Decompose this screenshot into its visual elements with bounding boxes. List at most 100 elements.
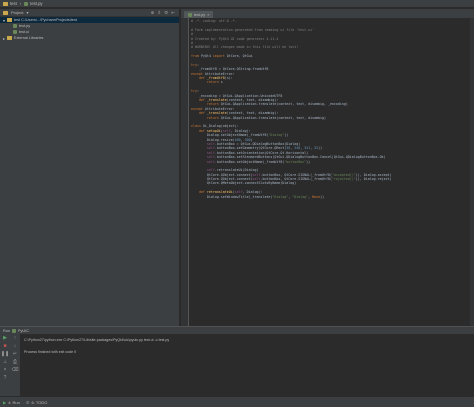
code-token: QtGui.QApplication.translate(context, te… <box>220 115 326 120</box>
stop-icon[interactable]: ■ <box>2 343 8 349</box>
code-token: from <box>191 54 201 59</box>
code-token: _encoding = QtGui.QApplication.UnicodeUT… <box>191 93 283 98</box>
close-icon[interactable]: × <box>2 367 8 373</box>
python-file-icon <box>24 1 29 6</box>
python-file-icon <box>188 12 192 17</box>
hide-icon[interactable]: ⇤ <box>171 10 175 16</box>
run-panel-title: Run <box>3 328 10 333</box>
tree-item[interactable]: ▸ External Libraries <box>0 35 179 41</box>
code-token: ) <box>250 137 253 142</box>
print-icon[interactable]: ⎙ <box>12 359 18 365</box>
code-token: .buttonBox.setStandardButtons(QtGui.QDia… <box>214 155 386 160</box>
code-token: return <box>191 102 221 107</box>
dropdown-icon[interactable]: ▾ <box>26 10 28 15</box>
todo-tool-button[interactable]: ☰ 6: TODO <box>26 400 47 405</box>
code-token: self <box>252 177 261 182</box>
code-token: return <box>191 115 221 120</box>
code-token: _translate <box>206 111 227 116</box>
code-token: s <box>220 80 223 85</box>
code-token: PyQt4 <box>200 54 213 59</box>
code-token: , Dialog): <box>230 128 251 133</box>
tree-item-label: test.py <box>19 24 31 28</box>
code-token: _fromUtf8 <box>206 76 225 81</box>
up-icon[interactable]: ↑ <box>12 335 18 341</box>
code-token: self <box>222 128 231 133</box>
run-panel-header: Run PyUIC <box>0 327 474 334</box>
nav-file-crumb[interactable]: test.py <box>24 1 43 6</box>
code-token: )) <box>284 133 289 138</box>
navigation-bar: test › test.py <box>0 0 474 8</box>
expand-arrow-icon[interactable]: ▸ <box>3 36 5 41</box>
run-icon: ▶ <box>3 399 7 405</box>
collapse-icon[interactable]: ⇕ <box>157 10 161 16</box>
code-token: : <box>196 62 199 67</box>
close-icon[interactable]: × <box>207 13 209 17</box>
console-output[interactable]: C:\Python27\python.exe C:\Python27\Lib\s… <box>24 337 464 355</box>
code-token: "Dialog" <box>272 194 289 199</box>
down-icon[interactable]: ↓ <box>12 343 18 349</box>
project-panel-tools: ⊕ ⇕ ⚙ ⇤ <box>151 10 175 16</box>
code-token: (context, text, disambig): <box>226 98 279 103</box>
run-panel: Run PyUIC ▶ ↑ ■ ↓ ❚❚ ↵ ⊥ ⎙ × ⌫ ? C:\Pyth… <box>0 326 474 397</box>
code-token: QtCore.QObject.connect( <box>191 177 253 182</box>
code-token: def <box>191 111 207 116</box>
code-token: (object): <box>220 124 239 129</box>
project-panel-title[interactable]: Project <box>11 10 23 15</box>
run-config-label[interactable]: PyUIC <box>18 329 29 333</box>
code-token: .retranslateUi(Dialog) <box>214 168 259 173</box>
rerun-icon[interactable]: ▶ <box>2 335 8 341</box>
editor-tab-label: test.py <box>194 12 206 17</box>
code-area[interactable]: # -*- coding: utf-8 -*- # Form implementa… <box>191 19 471 199</box>
code-token: )) <box>306 159 311 164</box>
code-token: QtCore.QObject.connect( <box>191 172 253 177</box>
editor-tab-test-py[interactable]: test.py × <box>184 11 214 18</box>
nav-separator: › <box>19 1 22 6</box>
todo-tool-label: 6: TODO <box>31 399 48 405</box>
editor-gutter[interactable] <box>181 18 189 326</box>
tree-item-label: External Libraries <box>13 36 44 40</box>
code-token: self <box>191 141 215 146</box>
code-token: return <box>191 80 221 85</box>
file-icon <box>13 30 17 34</box>
code-token: "Dialog" <box>268 133 285 138</box>
code-token: (s): <box>224 76 233 81</box>
wrap-icon[interactable]: ↵ <box>12 351 18 357</box>
code-editor[interactable]: # -*- coding: utf-8 -*- # Form implementa… <box>181 18 474 326</box>
code-token: QtGui.QApplication.translate(context, te… <box>220 102 348 107</box>
code-token: )) <box>318 146 323 151</box>
pause-icon[interactable]: ❚❚ <box>1 351 9 357</box>
code-token: # <box>191 32 193 37</box>
editor-scrollbar[interactable] <box>470 18 474 326</box>
code-token: except <box>191 71 205 76</box>
code-token: : <box>196 89 199 94</box>
code-line: Dialog.setWindowTitle(_translate("Dialog… <box>191 195 471 199</box>
code-token: (context, text, disambig): <box>226 111 279 116</box>
project-tree: ▾ test C:\Users\...\PycharmProjects\test t… <box>0 17 179 41</box>
project-panel: Project ▾ ⊕ ⇕ ⚙ ⇤ ▾ test C:\Users\...\Pyc… <box>0 9 180 326</box>
python-file-icon <box>11 328 16 333</box>
code-token: )) <box>320 194 325 199</box>
folder-icon <box>3 1 8 6</box>
code-token: self <box>191 168 215 173</box>
trash-icon[interactable]: ⌫ <box>11 367 18 373</box>
code-token: except <box>191 106 205 111</box>
help-icon[interactable]: ? <box>2 375 8 381</box>
expand-arrow-icon[interactable]: ▾ <box>3 18 5 23</box>
gear-icon[interactable]: ⚙ <box>164 10 168 16</box>
code-token: Dialog.resize( <box>191 137 235 142</box>
code-token: _translate <box>206 98 227 103</box>
code-token: # <box>191 40 193 45</box>
nav-project-crumb[interactable]: test <box>3 1 17 6</box>
run-tool-button[interactable]: ▶ 4: Run <box>3 400 20 405</box>
tool-window-bar: ▶ 4: Run ☰ 6: TODO <box>0 396 474 407</box>
file-icon <box>13 24 17 28</box>
run-tool-label: 4: Run <box>8 399 20 405</box>
project-icon <box>3 10 8 15</box>
pin-icon[interactable]: ⊥ <box>2 359 8 365</box>
target-icon[interactable]: ⊕ <box>151 10 155 16</box>
code-token: None <box>312 194 321 199</box>
todo-icon: ☰ <box>25 399 30 405</box>
code-token: "Dialog" <box>292 194 309 199</box>
code-token: Dialog.setObjectName(_fromUtf8( <box>191 133 269 138</box>
code-token: _fromUtf8 = QtCore.QString.fromUtf8 <box>191 67 269 72</box>
